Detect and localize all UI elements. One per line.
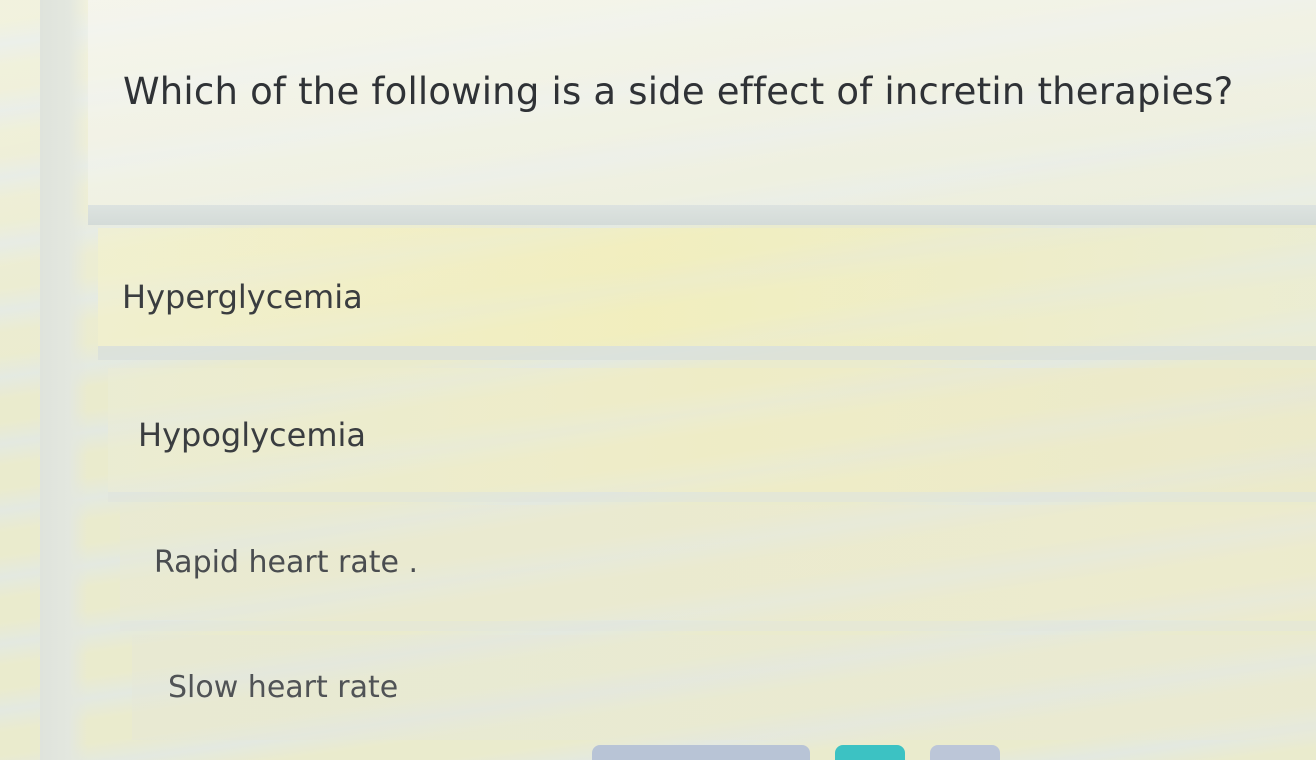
answer-option-slow-heart-rate[interactable]: Slow heart rate <box>132 635 1316 740</box>
answer-option-hyperglycemia[interactable]: Hyperglycemia <box>98 228 1316 346</box>
answer-option-hypoglycemia[interactable]: Hypoglycemia <box>108 368 1316 492</box>
answer-options: Hyperglycemia Hypoglycemia Rapid heart r… <box>0 0 1316 760</box>
secondary-action-button[interactable] <box>930 745 1000 760</box>
answer-option-label: Rapid heart rate . <box>154 545 419 580</box>
option-divider <box>120 621 1316 631</box>
navigation-button[interactable] <box>592 745 810 760</box>
primary-action-button[interactable] <box>835 745 905 760</box>
quiz-screen: Which of the following is a side effect … <box>0 0 1316 760</box>
option-divider <box>108 492 1316 502</box>
answer-option-label: Slow heart rate <box>168 670 399 705</box>
answer-option-label: Hypoglycemia <box>138 416 366 454</box>
option-divider <box>98 346 1316 360</box>
answer-option-rapid-heart-rate[interactable]: Rapid heart rate . <box>120 505 1316 620</box>
answer-option-label: Hyperglycemia <box>122 278 363 316</box>
